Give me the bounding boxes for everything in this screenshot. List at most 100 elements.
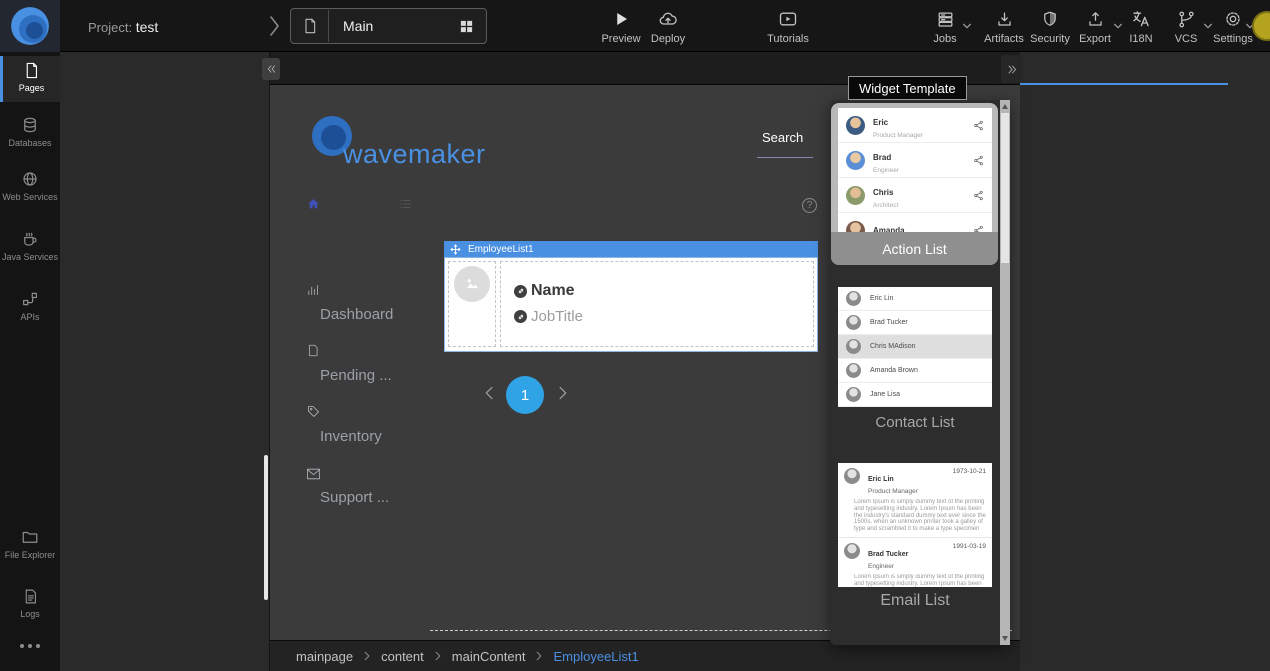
sidebar-item-pages[interactable]: Pages xyxy=(0,56,60,102)
vcs-button[interactable]: VCS xyxy=(1166,8,1206,45)
globe-icon xyxy=(21,170,39,188)
database-icon xyxy=(21,116,39,134)
export-button[interactable]: Export xyxy=(1073,8,1117,45)
video-icon xyxy=(778,8,798,30)
page-tab-label: Main xyxy=(329,18,446,34)
popup-scrollbar[interactable] xyxy=(1000,100,1010,645)
project-name: test xyxy=(136,19,159,35)
coffee-icon xyxy=(21,230,39,248)
gear-icon xyxy=(1223,8,1243,30)
chevron-right-icon xyxy=(363,651,371,661)
bound-field-icon xyxy=(514,285,527,298)
logs-icon xyxy=(22,588,39,605)
page-tab-main[interactable]: Main xyxy=(290,8,487,44)
page-search-label[interactable]: Search xyxy=(762,130,803,145)
translate-icon xyxy=(1131,8,1151,30)
grid-icon[interactable] xyxy=(446,19,486,34)
list-item: Eric LinProduct Manager 1973-10-21 Lorem… xyxy=(838,463,992,538)
security-button[interactable]: Security xyxy=(1026,8,1074,45)
list-item-selected: Chris MAdison xyxy=(838,335,992,359)
scroll-up-icon[interactable] xyxy=(1002,104,1008,109)
wavemaker-logo[interactable] xyxy=(0,0,60,52)
side-nav-pending[interactable]: Pending ... xyxy=(306,343,426,384)
api-nodes-icon xyxy=(21,290,39,308)
more-dots-icon xyxy=(20,644,40,648)
image-placeholder[interactable] xyxy=(454,266,490,302)
shield-icon xyxy=(1041,8,1059,30)
list-text-cell[interactable] xyxy=(500,261,814,347)
left-panel-scrollbar[interactable] xyxy=(264,455,268,600)
sidebar-item-databases[interactable]: Databases xyxy=(0,110,60,154)
list-item-subtitle[interactable]: JobTitle xyxy=(514,308,583,325)
list-item-title[interactable]: Name xyxy=(514,282,575,300)
pagination-prev-button[interactable] xyxy=(483,385,496,401)
scroll-down-icon[interactable] xyxy=(1002,636,1008,641)
bar-chart-icon xyxy=(306,283,321,297)
page-brand-name: wavemaker xyxy=(343,139,486,170)
scrollbar-thumb[interactable] xyxy=(1001,113,1009,263)
wavemaker-logo-icon xyxy=(11,7,49,45)
chevron-down-icon xyxy=(962,22,972,30)
sidebar-item-java-services[interactable]: Java Services xyxy=(0,224,60,276)
side-nav-support[interactable]: Support ... xyxy=(306,468,426,506)
pagination-next-button[interactable] xyxy=(556,385,569,401)
template-caption-action-list: Action List xyxy=(831,232,998,265)
artifacts-button[interactable]: Artifacts xyxy=(979,8,1029,45)
mail-icon xyxy=(306,468,321,480)
server-icon xyxy=(936,8,955,30)
list-item: BradEngineer xyxy=(838,143,992,178)
collapse-panel-button[interactable] xyxy=(262,58,280,80)
list-item: Brad Tucker xyxy=(838,311,992,335)
double-chevron-left-icon xyxy=(266,63,277,75)
expand-panel-button[interactable] xyxy=(1001,55,1022,83)
deploy-button[interactable]: Deploy xyxy=(645,8,691,45)
git-branch-icon xyxy=(1177,8,1196,30)
avatar xyxy=(846,363,861,378)
breadcrumb-maincontent[interactable]: mainContent xyxy=(452,649,526,664)
widget-template-tooltip: Widget Template xyxy=(848,76,967,100)
avatar xyxy=(846,116,865,135)
share-icon xyxy=(973,225,984,233)
sidebar-item-apis[interactable]: APIs xyxy=(0,284,60,328)
help-icon[interactable]: ? xyxy=(802,198,817,213)
project-label: Project: test xyxy=(88,19,158,35)
selected-widget-header[interactable]: EmployeeList1 xyxy=(444,241,818,257)
template-action-list[interactable]: EricProduct Manager BradEngineer ChrisAr… xyxy=(838,108,992,232)
upload-icon xyxy=(1086,8,1105,30)
sidebar-more-button[interactable] xyxy=(0,638,60,662)
list-item: Brad TuckerEngineer 1991-03-19 Lorem Ips… xyxy=(838,538,992,587)
template-email-list[interactable]: Eric LinProduct Manager 1973-10-21 Lorem… xyxy=(838,463,992,587)
sidebar-item-file-explorer[interactable]: File Explorer xyxy=(0,522,60,574)
side-nav-inventory[interactable]: Inventory xyxy=(306,404,426,445)
chevron-right-icon xyxy=(434,651,442,661)
selected-widget-label: EmployeeList1 xyxy=(468,244,534,255)
i18n-button[interactable]: I18N xyxy=(1119,8,1163,45)
breadcrumb-content[interactable]: content xyxy=(381,649,424,664)
list-item: Eric Lin xyxy=(838,287,992,311)
template-contact-list[interactable]: Eric Lin Brad Tucker Chris MAdison Amand… xyxy=(838,287,992,407)
properties-panel xyxy=(1020,52,1270,671)
side-nav-dashboard[interactable]: Dashboard xyxy=(306,283,426,323)
sidebar-item-web-services[interactable]: Web Services xyxy=(0,164,60,216)
pages-icon xyxy=(23,62,40,79)
page-search-underline xyxy=(757,157,813,158)
nav-item-order[interactable]: Order xyxy=(398,196,457,212)
avatar xyxy=(846,151,865,170)
sidebar-item-logs[interactable]: Logs xyxy=(0,582,60,626)
breadcrumb-mainpage[interactable]: mainpage xyxy=(296,649,353,664)
breadcrumb-employeelist1[interactable]: EmployeeList1 xyxy=(553,649,638,664)
avatar xyxy=(846,339,861,354)
bound-field-icon xyxy=(514,310,527,323)
tag-icon xyxy=(306,404,321,419)
list-item: EricProduct Manager xyxy=(838,108,992,143)
download-icon xyxy=(995,8,1014,30)
preview-button[interactable]: Preview xyxy=(598,8,644,45)
list-item: Amanda Brown xyxy=(838,359,992,383)
pagination-page-button[interactable]: 1 xyxy=(506,376,544,414)
nav-item-home[interactable]: Home xyxy=(306,196,366,212)
tutorials-button[interactable]: Tutorials xyxy=(765,8,811,45)
chevron-right-icon xyxy=(535,651,543,661)
avatar xyxy=(846,186,865,205)
list-menu-icon xyxy=(398,197,413,211)
share-icon xyxy=(973,190,984,201)
